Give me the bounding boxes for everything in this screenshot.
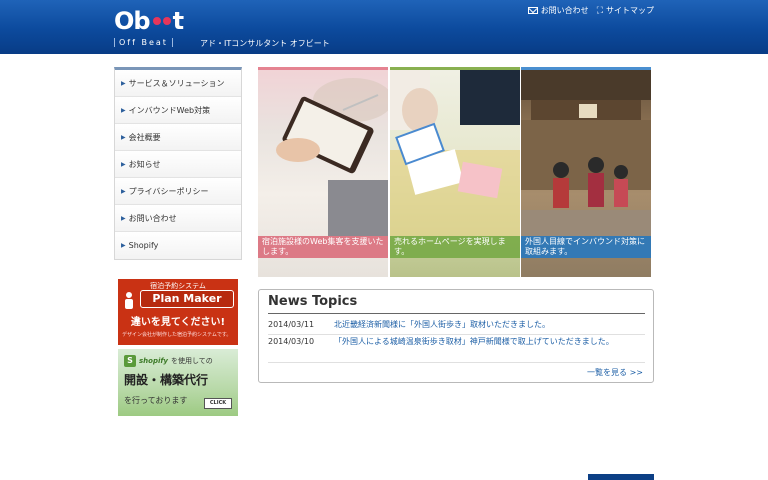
logo-dot-icon [152, 17, 161, 25]
click-button[interactable]: CLICK [204, 398, 232, 409]
logo-end-text: t [172, 7, 185, 35]
shopify-brand: shopify [139, 357, 168, 365]
nav-item-privacy[interactable]: ▶ プライバシーポリシー [115, 178, 241, 205]
mail-icon [527, 7, 538, 14]
nav-item-label: お知らせ [128, 159, 161, 169]
news-date: 2014/03/10 [268, 337, 315, 346]
nav-item-shopify[interactable]: ▶ Shopify [115, 232, 241, 259]
hero-panel-homepage[interactable]: 売れるホームページを実現します。 [390, 67, 520, 277]
site-header: Ob t Off Beat アド・ITコンサルタント オフビート お問い合わせ … [0, 0, 768, 54]
header-links: お問い合わせ ⛶ サイトマップ [527, 5, 654, 16]
arrow-right-icon: ▶ [121, 187, 126, 195]
hero-caption: 売れるホームページを実現します。 [390, 236, 520, 258]
logo-dot-icon [162, 17, 171, 25]
nav-item-label: お問い合わせ [128, 213, 177, 223]
nav-item-label: インバウンドWeb対策 [128, 105, 211, 115]
planmaker-note: デザイン会社が制作した宿泊予約システムです。 [122, 332, 232, 338]
news-title: News Topics [268, 294, 358, 309]
sitemap-icon: ⛶ [596, 5, 603, 16]
person-icon [125, 292, 133, 309]
news-topics-box: News Topics 2014/03/11 北近畿経済新聞様に「外国人街歩き」… [258, 289, 654, 383]
hero-illustration-notebook [276, 78, 388, 236]
hero-illustration-street [521, 70, 651, 236]
contact-link[interactable]: お問い合わせ [527, 5, 589, 16]
shopify-footer: を行っております [124, 396, 188, 405]
news-link[interactable]: 「外国人による城崎温泉街歩き取材」神戸新聞様で取上げていただきました。 [334, 336, 645, 362]
arrow-right-icon: ▶ [121, 160, 126, 168]
nav-item-label: Shopify [128, 241, 159, 250]
nav-item-label: プライバシーポリシー [128, 186, 209, 196]
arrow-right-icon: ▶ [121, 79, 126, 87]
nav-item-services[interactable]: ▶ サービス＆ソリューション [115, 70, 241, 97]
shopify-prefix: を使用しての [170, 357, 213, 365]
hero-caption: 外国人目線でインバウンド対策に取組みます。 [521, 236, 651, 258]
shopify-banner[interactable]: S shopify を使用しての 開設・構築代行 を行っております CLICK [118, 349, 238, 416]
arrow-right-icon: ▶ [121, 133, 126, 141]
news-divider [268, 313, 645, 314]
planmaker-banner[interactable]: 宿泊予約システム Plan Maker 違いを見てください! デザイン会社が制作… [118, 279, 238, 345]
hero-panel-inbound[interactable]: 外国人目線でインバウンド対策に取組みます。 [521, 67, 651, 277]
footer-edge-bar [588, 474, 654, 480]
arrow-right-icon: ▶ [121, 214, 126, 222]
nav-item-label: サービス＆ソリューション [128, 78, 225, 88]
nav-item-label: 会社概要 [128, 132, 161, 142]
news-link[interactable]: 北近畿経済新聞様に「外国人街歩き」取材いただきました。 [334, 319, 645, 334]
news-item: 2014/03/10 「外国人による城崎温泉街歩き取材」神戸新聞様で取上げていた… [268, 336, 645, 363]
nav-item-company[interactable]: ▶ 会社概要 [115, 124, 241, 151]
planmaker-logo: Plan Maker [140, 290, 234, 308]
site-tagline: アド・ITコンサルタント オフビート [200, 39, 330, 48]
nav-item-news[interactable]: ▶ お知らせ [115, 151, 241, 178]
shopify-bag-icon: S [124, 355, 136, 367]
hero-panel-accommodation[interactable]: 宿泊施設様のWeb集客を支援いたします。 [258, 67, 388, 277]
logo-main-text: Ob [114, 7, 151, 35]
hero-illustration-meeting [390, 70, 520, 236]
arrow-right-icon: ▶ [121, 242, 126, 249]
news-date: 2014/03/11 [268, 320, 315, 329]
site-logo[interactable]: Ob t [114, 7, 185, 35]
nav-item-inbound[interactable]: ▶ インバウンドWeb対策 [115, 97, 241, 124]
hero-caption: 宿泊施設様のWeb集客を支援いたします。 [258, 236, 388, 258]
shopify-banner-top: S shopify を使用しての [124, 355, 213, 367]
sidebar-nav: ▶ サービス＆ソリューション ▶ インバウンドWeb対策 ▶ 会社概要 ▶ お知らせ ▶… [114, 67, 242, 260]
nav-item-contact[interactable]: ▶ お問い合わせ [115, 205, 241, 232]
arrow-right-icon: ▶ [121, 106, 126, 114]
shopify-headline: 開設・構築代行 [124, 373, 209, 387]
planmaker-headline: 違いを見てください! [130, 317, 226, 328]
sitemap-link-label: サイトマップ [606, 6, 654, 15]
sitemap-link[interactable]: ⛶ サイトマップ [597, 5, 654, 16]
news-item: 2014/03/11 北近畿経済新聞様に「外国人街歩き」取材いただきました。 [268, 319, 645, 335]
news-more-link[interactable]: 一覧を見る >> [587, 367, 643, 378]
contact-link-label: お問い合わせ [540, 6, 589, 15]
brand-subtitle: Off Beat [114, 38, 173, 47]
